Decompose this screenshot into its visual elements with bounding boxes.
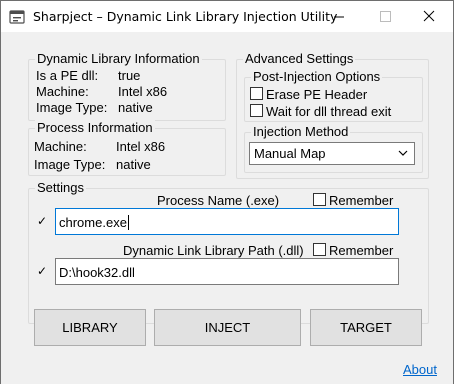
process-info-label: Process Information: [35, 120, 155, 136]
library-button[interactable]: LIBRARY: [34, 309, 146, 346]
process-name-label: Process Name (.exe): [157, 193, 280, 208]
injection-method-label: Injection Method: [251, 124, 351, 140]
client-area: Dynamic Library Information Is a PE dll:…: [1, 32, 453, 384]
process-machine-value: Intel x86: [116, 139, 166, 154]
post-injection-label: Post-Injection Options: [251, 69, 383, 85]
close-icon[interactable]: [407, 1, 451, 32]
process-remember-checkbox[interactable]: [313, 193, 326, 206]
library-machine-value: Intel x86: [118, 84, 168, 99]
dll-remember-label: Remember: [329, 243, 394, 258]
library-info-label: Dynamic Library Information: [35, 51, 202, 67]
dll-path-value: D:\hook32.dll: [59, 265, 135, 280]
dll-remember-checkbox[interactable]: [313, 243, 326, 256]
wait-thread-exit-checkbox[interactable]: [250, 104, 263, 117]
pe-dll-label: Is a PE dll:: [36, 68, 99, 83]
dll-path-label: Dynamic Link Library Path (.dll): [123, 243, 304, 258]
process-name-value: chrome.exe: [59, 215, 127, 230]
title-bar[interactable]: Sharpject – Dynamic Link Library Injecti…: [1, 1, 453, 32]
process-name-input[interactable]: chrome.exe: [55, 208, 399, 235]
maximize-icon[interactable]: [363, 1, 407, 32]
injection-method-value: Manual Map: [254, 146, 326, 161]
dll-valid-icon: ✓: [37, 264, 48, 278]
settings-label: Settings: [35, 180, 86, 196]
injection-method-select[interactable]: Manual Map: [249, 142, 415, 165]
erase-pe-header-label: Erase PE Header: [266, 87, 368, 102]
process-machine-label: Machine:: [34, 139, 87, 154]
pe-dll-value: true: [118, 68, 141, 83]
app-icon: [9, 10, 25, 24]
process-image-type-value: native: [116, 157, 151, 172]
about-link[interactable]: About: [403, 362, 437, 377]
process-valid-icon: ✓: [37, 214, 48, 228]
text-caret: [127, 215, 129, 230]
erase-pe-header-checkbox[interactable]: [250, 87, 263, 100]
process-remember-label: Remember: [329, 193, 394, 208]
dll-path-input[interactable]: D:\hook32.dll: [55, 258, 399, 285]
window-title: Sharpject – Dynamic Link Library Injecti…: [33, 9, 338, 24]
chevron-down-icon: [398, 150, 408, 156]
library-image-type-label: Image Type:: [36, 100, 108, 115]
main-window: Sharpject – Dynamic Link Library Injecti…: [0, 0, 454, 384]
advanced-settings-label: Advanced Settings: [243, 51, 356, 67]
wait-thread-exit-label: Wait for dll thread exit: [266, 104, 392, 119]
inject-button[interactable]: INJECT: [154, 309, 301, 346]
process-image-type-label: Image Type:: [34, 157, 106, 172]
target-button[interactable]: TARGET: [310, 309, 422, 346]
minimize-icon[interactable]: [317, 1, 361, 32]
library-machine-label: Machine:: [36, 84, 89, 99]
library-image-type-value: native: [118, 100, 153, 115]
